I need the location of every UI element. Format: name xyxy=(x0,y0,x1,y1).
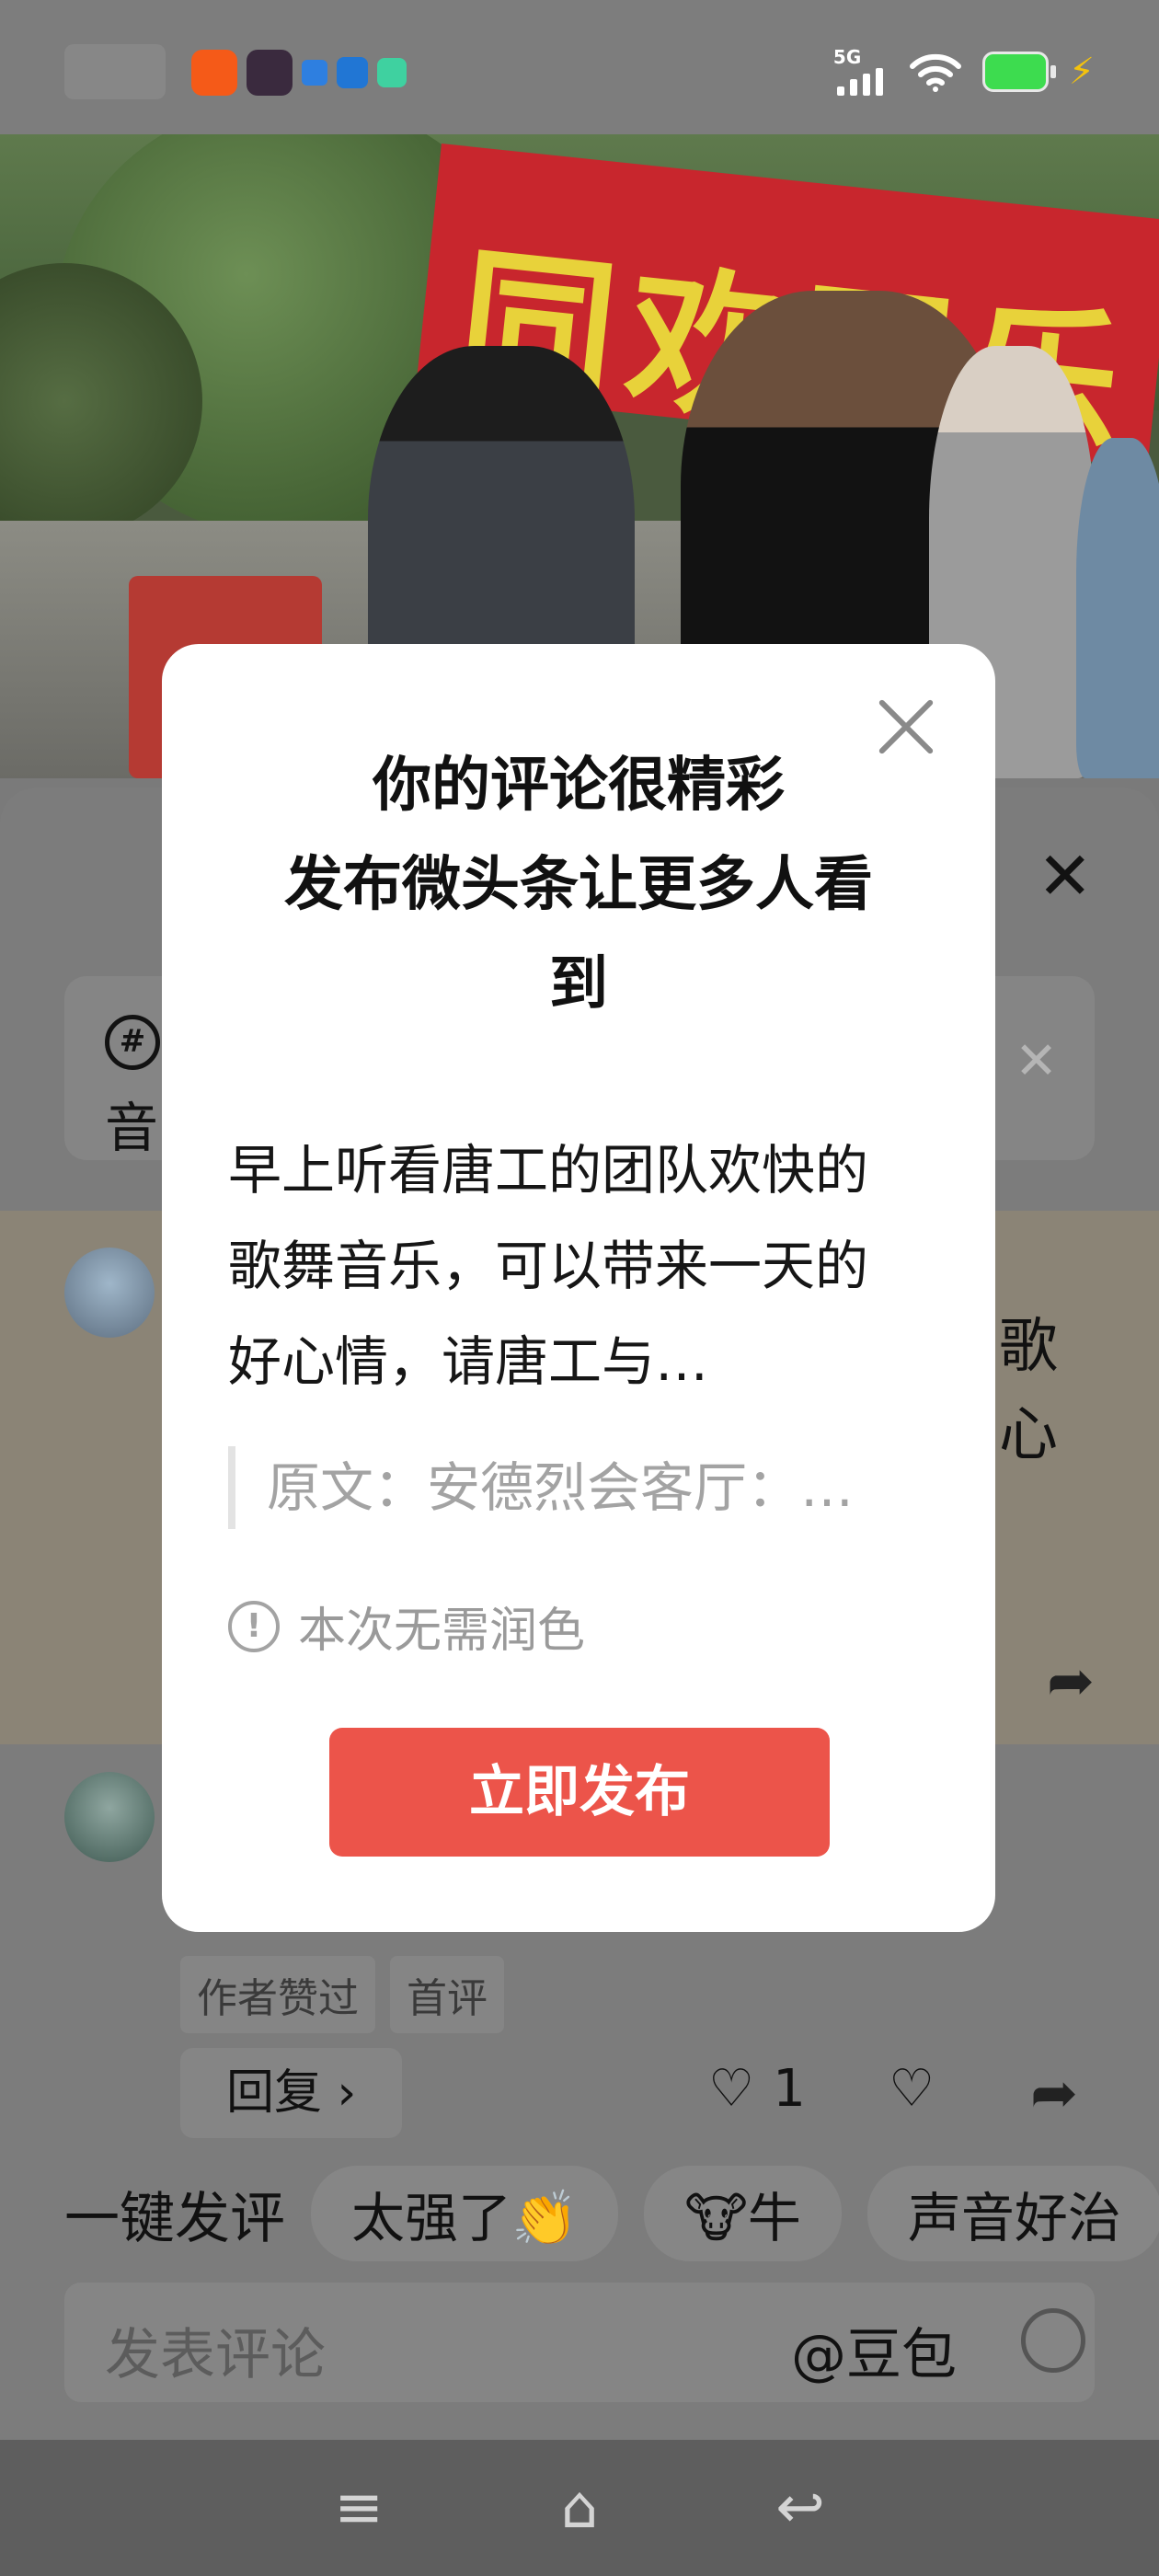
comment-text-fragment: 心 xyxy=(999,1401,1058,1469)
dialog-title-line: 到 xyxy=(549,950,608,1018)
wifi-icon xyxy=(909,53,961,92)
comment-input-placeholder: 发表评论 xyxy=(105,2323,326,2387)
emoji-icon[interactable] xyxy=(1021,2308,1085,2373)
comment-input[interactable]: 发表评论 @豆包 xyxy=(64,2283,1095,2402)
battery-icon xyxy=(981,52,1056,92)
quick-comment-title: 一键发评 xyxy=(64,2186,285,2251)
status-time-blurred xyxy=(64,44,166,99)
sheet-close-icon[interactable]: ✕ xyxy=(1038,843,1093,909)
dialog-title-line: 发布微头条让更多人看 xyxy=(284,851,873,919)
dislike-button[interactable]: ♡ xyxy=(889,2059,935,2119)
publish-button[interactable]: 立即发布 xyxy=(329,1728,830,1857)
quick-comment-bar: 一键发评 太强了👏 🐮牛 声音好治 xyxy=(0,2166,1159,2261)
tag-first-comment: 首评 xyxy=(390,1956,504,2033)
comment-preview: 早上听看唐工的团队欢快的歌舞音乐，可以带来一天的好心情，请唐工与… xyxy=(228,1139,869,1393)
app-icon xyxy=(247,50,293,96)
comment-text-fragment: 歌 xyxy=(999,1313,1058,1381)
signal-icon: 5G xyxy=(833,48,889,96)
status-bar: 5G ⚡ xyxy=(0,0,1159,134)
back-icon[interactable]: ↩ xyxy=(768,2476,832,2540)
app-icon xyxy=(337,57,368,88)
original-quote: 原文：安德烈会客厅：… xyxy=(228,1446,927,1529)
quick-comment-chip[interactable]: 声音好治 xyxy=(866,2166,1159,2261)
video-bystander xyxy=(1076,438,1159,778)
tag-author-liked: 作者赞过 xyxy=(180,1956,375,2033)
broken-heart-icon: ♡ xyxy=(889,2059,935,2119)
comment-tags: 作者赞过 首评 xyxy=(180,1956,504,2033)
avatar[interactable] xyxy=(64,1248,155,1338)
share-icon[interactable]: ➦ xyxy=(1047,1652,1095,1709)
system-nav-bar: ≡ ⌂ ↩ xyxy=(0,2440,1159,2576)
menu-icon[interactable]: ≡ xyxy=(327,2476,391,2540)
quick-comment-chip[interactable]: 🐮牛 xyxy=(644,2166,842,2261)
like-count: 1 xyxy=(773,2059,806,2119)
app-icon xyxy=(302,60,327,86)
charging-icon: ⚡ xyxy=(1068,51,1095,93)
app-icon xyxy=(377,58,407,87)
dialog-title: 你的评论很精彩 发布微头条让更多人看 到 xyxy=(217,736,940,1034)
app-icon xyxy=(191,50,237,96)
topic-text: 音 xyxy=(105,1097,159,1159)
polish-note: ! 本次无需润色 xyxy=(228,1592,585,1661)
hashtag-icon: # xyxy=(105,1015,160,1070)
info-icon: ! xyxy=(228,1600,280,1652)
topic-close-icon[interactable]: ✕ xyxy=(1015,1031,1058,1091)
mention-button[interactable]: @豆包 xyxy=(791,2310,957,2390)
heart-icon: ♡ xyxy=(708,2059,755,2119)
home-icon[interactable]: ⌂ xyxy=(547,2476,612,2540)
publish-suggestion-dialog: 你的评论很精彩 发布微头条让更多人看 到 早上听看唐工的团队欢快的歌舞音乐，可以… xyxy=(162,644,995,1932)
like-button[interactable]: ♡ 1 xyxy=(708,2059,806,2119)
notification-app-icons xyxy=(191,50,407,96)
avatar[interactable] xyxy=(64,1772,155,1862)
polish-note-text: 本次无需润色 xyxy=(298,1604,586,1659)
quick-comment-chip[interactable]: 太强了👏 xyxy=(311,2166,619,2261)
dialog-title-line: 你的评论很精彩 xyxy=(373,752,785,820)
reply-button[interactable]: 回复 › xyxy=(180,2048,403,2138)
share-icon[interactable]: ➦ xyxy=(1030,2064,1078,2122)
